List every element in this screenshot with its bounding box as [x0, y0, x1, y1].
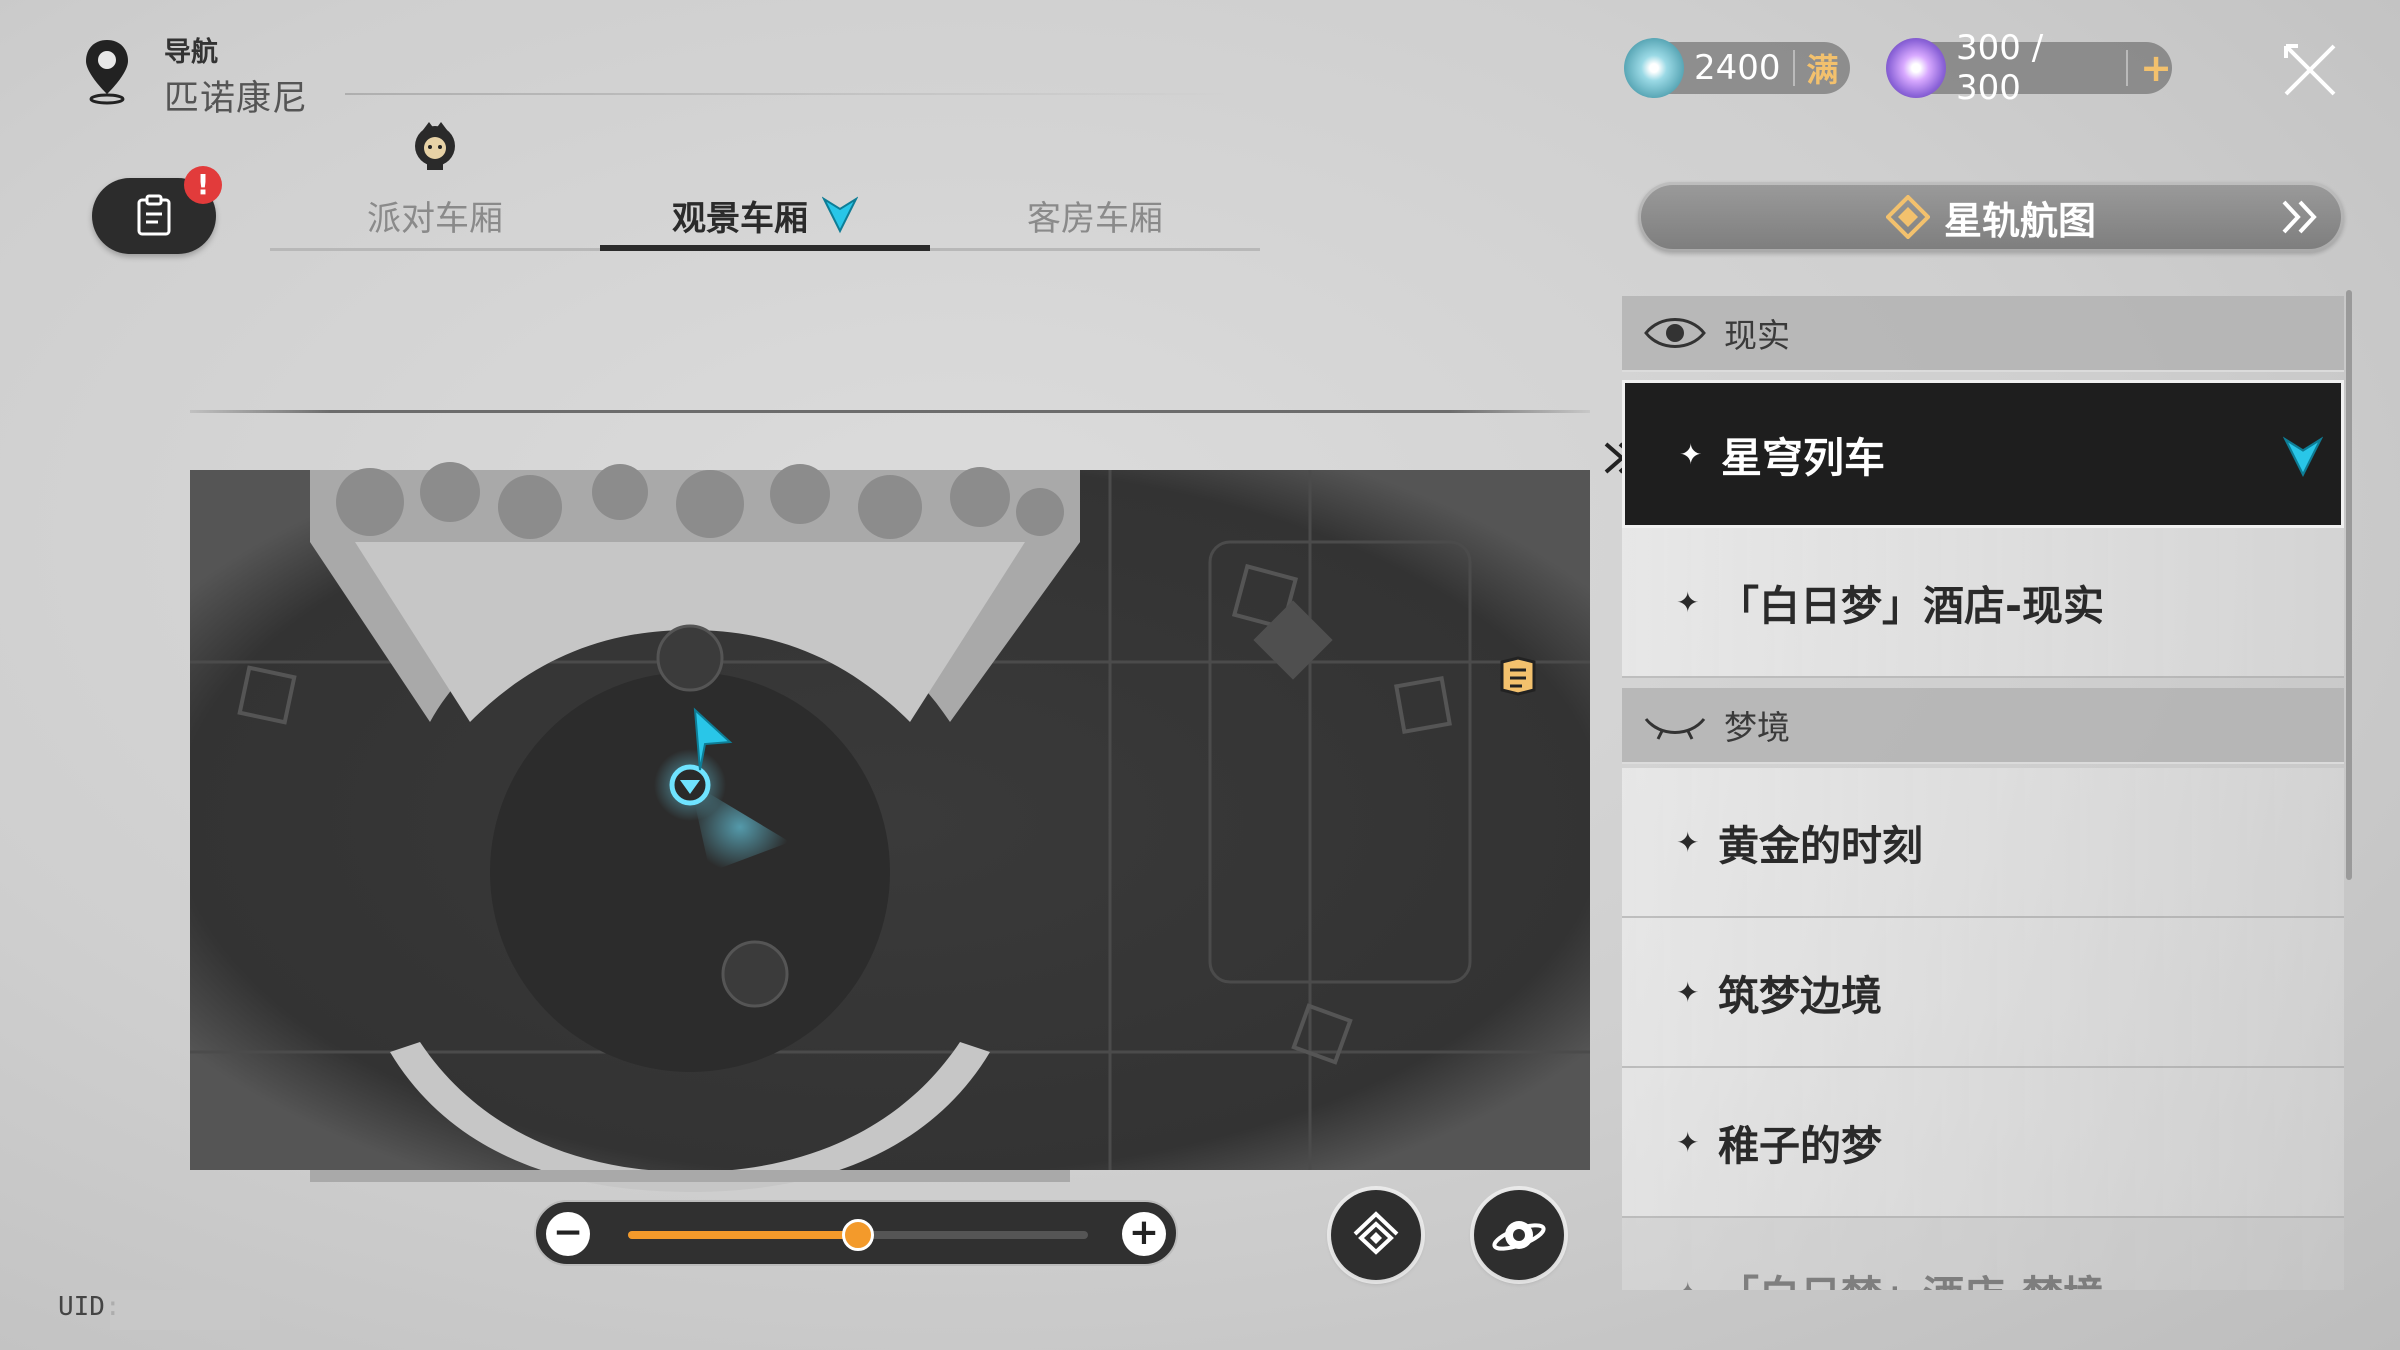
- current-position-marker-icon: [822, 196, 858, 234]
- list-item-label: 「白日梦」酒店-现实: [1718, 582, 2105, 630]
- list-item-astral-express[interactable]: ✦ 星穹列车: [1622, 380, 2344, 528]
- location-pin-icon: [86, 40, 128, 105]
- star-rail-map-button[interactable]: 星轨航图: [1638, 182, 2344, 252]
- notification-badge: !: [184, 166, 222, 204]
- carriage-tabs: 派对车厢 观景车厢 客房车厢: [270, 122, 1260, 252]
- list-item-reverie-hotel-reality[interactable]: ✦ 「白日梦」酒店-现实: [1622, 528, 2344, 678]
- currency-divider: [2126, 50, 2129, 86]
- list-item-label: 筑梦边境: [1718, 972, 1882, 1020]
- sparkle-icon: ✦: [1676, 975, 1700, 1009]
- full-tag: 满: [1806, 51, 1839, 89]
- closed-eye-icon: [1644, 718, 1706, 740]
- navigation-label: 导航: [164, 37, 218, 68]
- sparkle-icon: ✦: [1676, 585, 1700, 619]
- current-location-marker-icon: [2283, 436, 2323, 478]
- zoom-slider-fill: [628, 1231, 858, 1239]
- power-value: 300 / 300: [1956, 28, 2044, 108]
- sparkle-icon: ✦: [1676, 825, 1700, 859]
- trailblaze-power-icon: [1886, 38, 1946, 98]
- map-top-divider: [190, 410, 1590, 413]
- list-item-reverie-hotel-dreamscape[interactable]: ✦ 「白日梦」酒店-梦境: [1622, 1218, 2344, 1290]
- close-icon[interactable]: [2278, 38, 2342, 102]
- nav-divider: [345, 93, 1245, 95]
- list-item-label: 稚子的梦: [1718, 1122, 1882, 1170]
- star-rail-map-label: 星轨航图: [1943, 198, 2096, 243]
- sparkle-icon: ✦: [1676, 1125, 1700, 1159]
- uid-redacted: [110, 1290, 260, 1330]
- sparkle-icon: ✦: [1676, 1276, 1706, 1291]
- zoom-control: − +: [534, 1200, 1178, 1266]
- trailblaze-fuel-icon: [1624, 38, 1684, 98]
- zoom-slider[interactable]: [628, 1219, 1088, 1251]
- zoom-out-button[interactable]: −: [546, 1212, 590, 1256]
- fuel-currency[interactable]: 2400 满: [1624, 38, 1850, 98]
- list-item-label: 黄金的时刻: [1718, 822, 1923, 870]
- tab-label: 观景车厢: [672, 198, 808, 239]
- sparkle-icon: ✦: [1679, 437, 1703, 471]
- group-header-label: 现实: [1724, 316, 1790, 355]
- active-tab-indicator: [600, 245, 930, 251]
- currency-divider: [1792, 50, 1795, 86]
- power-currency[interactable]: 300 / 300 +: [1886, 28, 2172, 108]
- world-list: 现实 ✦ 星穹列车 ✦ 「白日梦」酒店-现实 梦境 ✦ 黄金的时刻 ✦ 筑梦边境…: [1622, 296, 2344, 1290]
- tab-passenger-car[interactable]: 客房车厢: [930, 180, 1260, 250]
- tab-parlor-car[interactable]: 观景车厢: [600, 180, 930, 250]
- list-item-label: 「白日梦」酒店-梦境: [1718, 1262, 2104, 1290]
- recenter-button[interactable]: [1331, 1190, 1421, 1280]
- list-item-label: 星穹列车: [1721, 434, 1885, 482]
- tab-label: 客房车厢: [1027, 198, 1163, 239]
- tab-party-car[interactable]: 派对车厢: [270, 180, 600, 250]
- compass-diamond-icon: [1885, 195, 1930, 239]
- tab-label: 派对车厢: [367, 198, 503, 239]
- eye-icon: [1644, 318, 1706, 348]
- list-item-a-childs-dream[interactable]: ✦ 稚子的梦: [1622, 1068, 2344, 1218]
- planet-icon: [1492, 1221, 1546, 1251]
- clipboard-icon: [137, 194, 171, 236]
- list-item-dream-edge[interactable]: ✦ 筑梦边境: [1622, 918, 2344, 1068]
- group-header-reality: 现实: [1622, 296, 2344, 372]
- double-chevron-right-icon: [2282, 200, 2317, 234]
- list-scrollbar[interactable]: [2346, 290, 2352, 880]
- fuel-value: 2400: [1694, 48, 1781, 88]
- add-power-button[interactable]: +: [2140, 46, 2172, 90]
- group-header-label: 梦境: [1724, 708, 1790, 747]
- home-locate-icon: [1353, 1211, 1399, 1255]
- planet-view-button[interactable]: [1474, 1190, 1564, 1280]
- current-location: 匹诺康尼: [164, 79, 309, 119]
- parlor-car-map[interactable]: [190, 452, 1590, 1192]
- zoom-slider-thumb[interactable]: [842, 1219, 874, 1251]
- list-item-golden-hour[interactable]: ✦ 黄金的时刻: [1622, 768, 2344, 918]
- pom-pom-icon: [415, 122, 455, 170]
- group-header-dreamscape: 梦境: [1622, 688, 2344, 764]
- zoom-in-button[interactable]: +: [1122, 1212, 1166, 1256]
